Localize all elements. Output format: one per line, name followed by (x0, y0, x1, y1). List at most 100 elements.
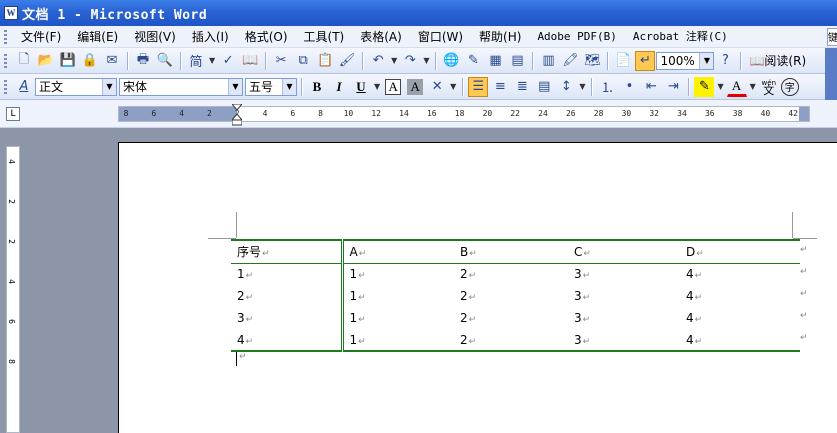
table-header-cell[interactable]: 序号↵ (231, 239, 344, 264)
table-cell[interactable]: 4↵ (231, 329, 344, 352)
table-cell[interactable]: 1↵ (342, 307, 454, 329)
format-painter-icon[interactable]: 🖌 (337, 51, 357, 71)
open-folder-icon[interactable]: 📂 (36, 51, 56, 71)
cut-icon[interactable]: ✂ (271, 51, 291, 71)
table-header-cell[interactable]: B↵ (454, 239, 568, 264)
line-spacing-icon[interactable]: ↕ (556, 77, 576, 97)
insert-excel-icon[interactable]: ▤ (507, 51, 527, 71)
menu-tools[interactable]: 工具(T) (296, 27, 353, 47)
table-cell[interactable]: 2↵ (454, 307, 568, 329)
table-cell[interactable]: 4↵ (680, 263, 800, 285)
table-header-cell[interactable]: C↵ (568, 239, 680, 264)
font-select[interactable]: 宋体 ▼ (119, 77, 243, 96)
chevron-down-icon[interactable]: ▼ (450, 82, 456, 91)
help-search-input[interactable]: 键 (827, 28, 837, 46)
email-icon[interactable]: ✉ (102, 51, 122, 71)
chevron-down-icon[interactable]: ▼ (699, 52, 714, 69)
menu-table[interactable]: 表格(A) (352, 27, 410, 47)
styles-formatting-icon[interactable]: A (14, 77, 34, 97)
bullets-icon[interactable]: • (619, 77, 639, 97)
toolbar-options-icon[interactable] (825, 48, 837, 74)
underline-button[interactable]: U (351, 77, 371, 97)
align-justify-icon[interactable]: ☰ (468, 76, 489, 97)
table-cell[interactable]: 2↵ (454, 329, 568, 352)
chevron-down-icon[interactable]: ▼ (750, 82, 756, 91)
tables-borders-icon[interactable]: ✎ (463, 51, 483, 71)
menu-file[interactable]: 文件(F) (13, 27, 69, 47)
chevron-down-icon[interactable]: ▼ (391, 56, 397, 65)
print-preview-icon[interactable]: 🔍 (155, 51, 175, 71)
highlight-icon[interactable]: ✎ (694, 76, 715, 97)
help-icon[interactable]: ? (715, 51, 735, 71)
increase-indent-icon[interactable]: ⇥ (663, 77, 683, 97)
table-cell[interactable]: 3↵ (568, 329, 680, 352)
redo-icon[interactable]: ↷ (400, 51, 420, 71)
table-cell[interactable]: 4↵ (680, 329, 800, 352)
chevron-down-icon[interactable]: ▼ (282, 78, 296, 95)
table-cell[interactable]: 3↵ (568, 285, 680, 307)
print-icon[interactable]: 🖶 (133, 51, 153, 71)
menu-grip[interactable] (4, 29, 7, 44)
font-color-button[interactable]: A (726, 77, 747, 97)
save-icon[interactable]: 💾 (58, 51, 78, 71)
permission-icon[interactable]: 🔒 (80, 51, 100, 71)
toolbar-grip[interactable] (4, 79, 7, 94)
decrease-indent-icon[interactable]: ⇤ (641, 77, 661, 97)
numbering-icon[interactable]: ⒈ (597, 77, 617, 97)
menu-window[interactable]: 窗口(W) (410, 27, 471, 47)
table-header-cell[interactable]: D↵ (680, 239, 800, 264)
enclose-characters-button[interactable]: 字 (780, 77, 799, 96)
bold-button[interactable]: B (307, 77, 327, 97)
menu-help[interactable]: 帮助(H) (471, 27, 529, 47)
phonetic-guide-button[interactable]: wén 文 (759, 77, 779, 97)
align-right-icon[interactable]: ≣ (512, 77, 532, 97)
character-shading-button[interactable]: A (407, 78, 424, 95)
tab-selector[interactable]: L (6, 107, 20, 121)
style-select[interactable]: 正文 ▼ (35, 77, 117, 96)
menu-format[interactable]: 格式(O) (237, 27, 296, 47)
reading-layout-icon[interactable]: 📄 (613, 51, 633, 71)
chevron-down-icon[interactable]: ▼ (374, 82, 380, 91)
hyperlink-icon[interactable]: 🌐 (441, 51, 461, 71)
character-scaling-icon[interactable]: ✕ (427, 77, 447, 97)
table-cell[interactable]: 1↵ (231, 263, 344, 285)
simplified-chinese-button[interactable]: 简 (186, 51, 206, 71)
chevron-down-icon[interactable]: ▼ (209, 56, 215, 65)
table-cell[interactable]: 1↵ (342, 329, 454, 352)
chevron-down-icon[interactable]: ▼ (717, 82, 723, 91)
table-cell[interactable]: 4↵ (680, 285, 800, 307)
word-app-icon[interactable]: W (4, 6, 18, 20)
distributed-align-icon[interactable]: ▤ (534, 77, 554, 97)
document-map-icon[interactable]: 🗺 (582, 51, 602, 71)
table-cell[interactable]: 1↵ (342, 263, 454, 285)
table-cell[interactable]: 2↵ (231, 285, 344, 307)
toolbar-grip[interactable] (4, 53, 7, 68)
toolbar-options-icon[interactable] (825, 74, 837, 100)
chevron-down-icon[interactable]: ▼ (102, 78, 116, 95)
table-cell[interactable]: 1↵ (342, 285, 454, 307)
paste-icon[interactable]: 📋 (315, 51, 335, 71)
table-cell[interactable]: 3↵ (568, 307, 680, 329)
chevron-down-icon[interactable]: ▼ (423, 56, 429, 65)
character-border-button[interactable]: A (385, 78, 402, 95)
table-cell[interactable]: 2↵ (454, 285, 568, 307)
chevron-down-icon[interactable]: ▼ (579, 82, 585, 91)
read-button[interactable]: 📖 阅读(R) (745, 52, 810, 69)
vertical-ruler[interactable]: 4 2 2 4 6 8 (6, 146, 20, 433)
chevron-down-icon[interactable]: ▼ (228, 78, 242, 95)
menu-adobe-pdf[interactable]: Adobe PDF(B) (529, 27, 624, 47)
menu-acrobat-comments[interactable]: Acrobat 注释(C) (625, 27, 736, 47)
spelling-grammar-icon[interactable]: ✓ (218, 51, 238, 71)
undo-icon[interactable]: ↶ (368, 51, 388, 71)
copy-icon[interactable]: ⧉ (293, 51, 313, 71)
indent-marker-icon[interactable] (232, 104, 242, 126)
drawing-icon[interactable]: 🖍 (560, 51, 580, 71)
font-size-select[interactable]: 五号 ▼ (245, 77, 297, 96)
align-center-icon[interactable]: ≡ (490, 77, 510, 97)
zoom-select[interactable]: 100% ▼ (656, 51, 715, 70)
insert-table-icon[interactable]: ▦ (485, 51, 505, 71)
menu-edit[interactable]: 编辑(E) (69, 27, 126, 47)
table-header-cell[interactable]: A↵ (342, 239, 454, 264)
table-cell[interactable]: 2↵ (454, 263, 568, 285)
table-cell[interactable]: 3↵ (231, 307, 344, 329)
